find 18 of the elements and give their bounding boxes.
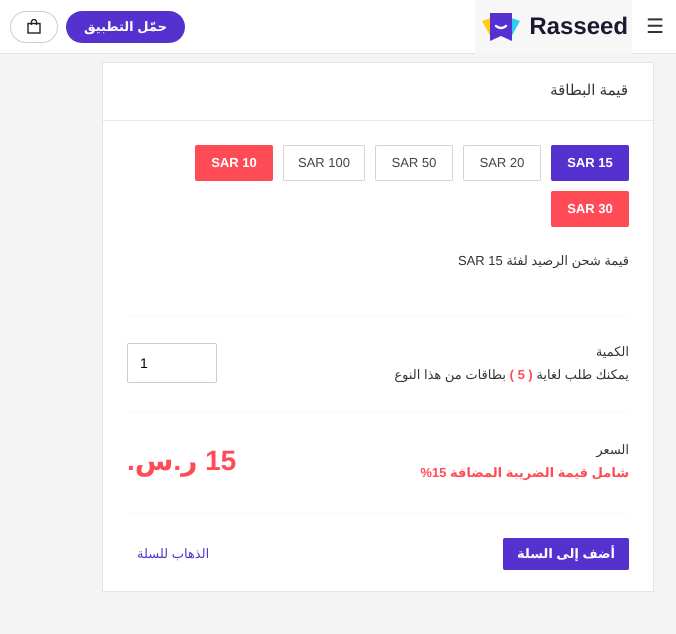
menu-icon[interactable]: ☰ [646, 12, 664, 42]
shopping-bag-icon [27, 19, 41, 34]
denomination-option[interactable]: SAR 100 [282, 145, 365, 181]
go-to-cart-link[interactable]: الذهاب للسلة [137, 544, 210, 564]
cart-button[interactable] [10, 10, 58, 42]
denomination-option[interactable]: SAR 15 [551, 145, 629, 181]
add-to-cart-button[interactable]: أضف إلى السلة [503, 538, 629, 570]
price-amount: 15 ر.س. [127, 444, 236, 479]
denomination-note: قيمة شحن الرصيد لفئة SAR 15 [458, 253, 629, 268]
brand-name: Rasseed [529, 12, 628, 42]
price-label: السعر [594, 440, 629, 459]
download-app-button[interactable]: حمّل التطبيق [66, 10, 185, 42]
card-title: قيمة البطاقة [550, 81, 628, 102]
quantity-field[interactable]: 1 [127, 343, 217, 383]
denomination-option[interactable]: SAR 50 [375, 145, 453, 181]
tax-note: شامل قيمة الضريبة المضافة 15% [420, 464, 629, 482]
denomination-option[interactable]: SAR 20 [463, 145, 541, 181]
quantity-label: الكمية [594, 342, 629, 360]
